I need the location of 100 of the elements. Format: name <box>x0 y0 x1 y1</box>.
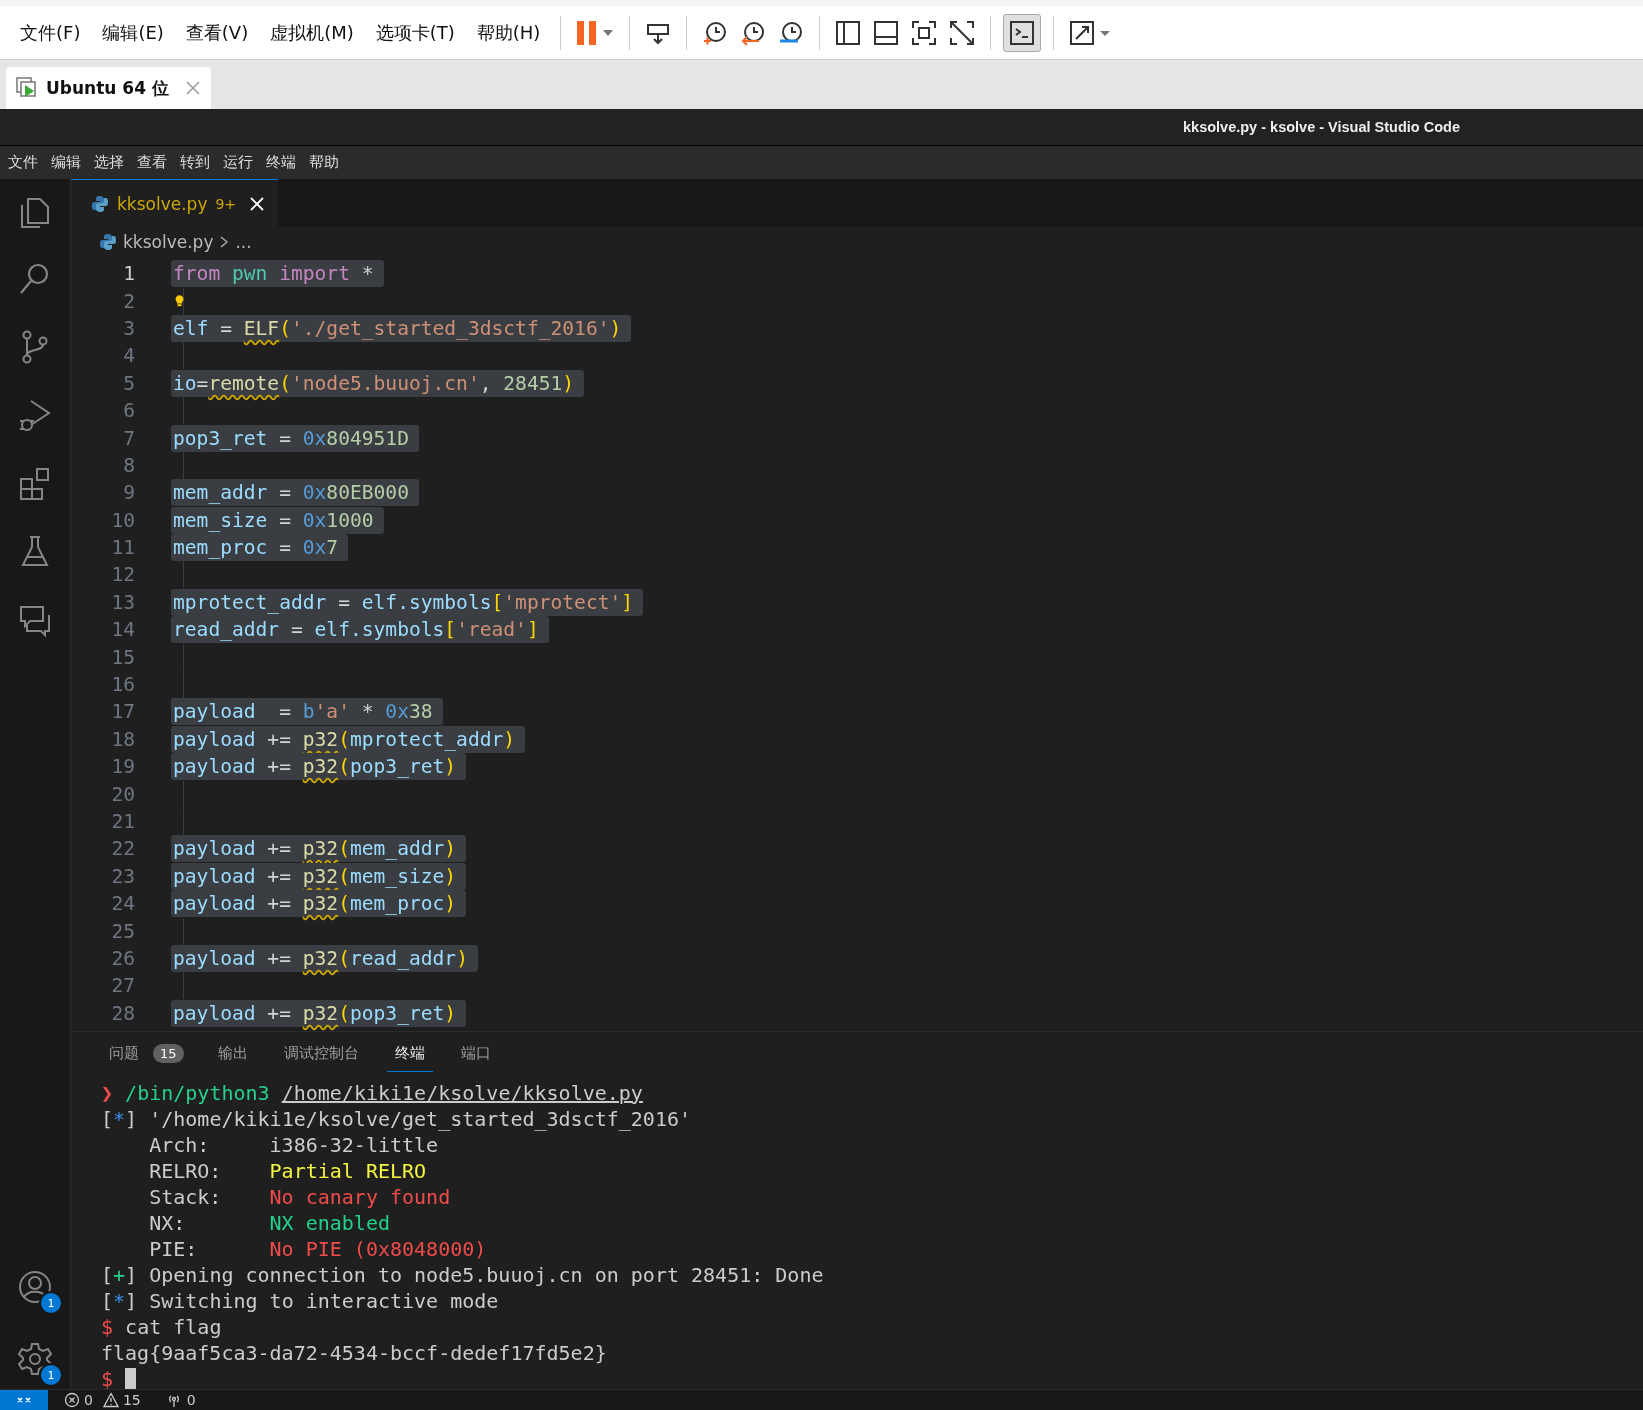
notification-badge: 1 <box>39 1291 63 1315</box>
breadcrumb-item[interactable]: ... <box>235 232 252 252</box>
command-text: NX enabled <box>269 1210 390 1235</box>
notification-badge: 1 <box>39 1363 63 1387</box>
output-text: cat flag <box>125 1314 222 1339</box>
error-count[interactable]: 0 <box>84 1392 93 1408</box>
menu-item[interactable]: 查看 <box>137 153 167 172</box>
breadcrumb-item[interactable]: kksolve.py <box>123 232 214 252</box>
line-number: 5 <box>122 371 135 395</box>
output-text: RELRO: <box>148 1158 223 1183</box>
vm-tab[interactable]: Ubuntu 64 位 <box>6 67 211 109</box>
panel-tab[interactable]: 端口 <box>452 1036 499 1072</box>
line-number: 25 <box>110 919 135 943</box>
menu-item[interactable]: 转到 <box>180 153 210 172</box>
status-text: * <box>113 1288 126 1313</box>
panel-tab[interactable]: 调试控制台 <box>275 1036 367 1072</box>
output-text: [ <box>101 1262 114 1287</box>
line-number: 10 <box>110 508 135 532</box>
menu-item[interactable]: 编辑(E) <box>94 20 172 45</box>
prompt-text: ❯ <box>101 1080 115 1105</box>
extensions-icon[interactable] <box>18 465 52 501</box>
port-count[interactable]: 0 <box>186 1392 196 1408</box>
command-text: + <box>113 1262 126 1287</box>
output-text: flag{9aaf5ca3-da72-4534-bccf-dedef17fd5e2} <box>101 1340 607 1365</box>
menu-item[interactable]: 选项卡(T) <box>367 20 463 45</box>
line-number: 12 <box>110 563 135 587</box>
output-text: [ <box>101 1288 114 1313</box>
console-icon[interactable] <box>1003 13 1042 52</box>
menu-item[interactable]: 查看(V) <box>177 20 257 45</box>
warning-icon[interactable] <box>102 1392 119 1408</box>
window-title: kksolve.py - ksolve - Visual Studio Code <box>1183 119 1460 135</box>
line-number: 9 <box>122 481 135 505</box>
remote-button[interactable] <box>0 1390 48 1410</box>
menu-item[interactable]: 文件(F) <box>12 20 89 45</box>
menu-item[interactable]: 编辑 <box>51 153 81 172</box>
menu-item[interactable]: 帮助 <box>309 153 339 172</box>
status-text: * <box>113 1106 126 1131</box>
line-number: 15 <box>110 645 135 669</box>
panel-tab[interactable]: 终端 <box>386 1035 433 1072</box>
line-number: 24 <box>110 892 135 916</box>
line-number: 19 <box>110 755 135 779</box>
line-number: 23 <box>110 864 135 888</box>
prompt-text: No PIE (0x8048000) <box>269 1236 487 1261</box>
output-text: [ <box>101 1106 114 1131</box>
line-number: 1 <box>122 262 135 286</box>
settings-icon[interactable] <box>17 1341 53 1377</box>
tab-label: kksolve.py <box>117 193 208 214</box>
run-debug-icon[interactable] <box>18 397 52 433</box>
line-number: 21 <box>110 810 135 833</box>
line-number: 17 <box>110 700 135 724</box>
line-number: 2 <box>122 289 135 313</box>
output-text: ] Switching to interactive mode <box>125 1288 499 1313</box>
panel-tab[interactable]: 输出 <box>209 1036 256 1072</box>
menu-item[interactable]: 终端 <box>266 153 296 172</box>
editor-tab[interactable]: kksolve.py 9+ <box>71 179 279 227</box>
chevron-icon <box>219 235 230 249</box>
line-number: 4 <box>122 344 135 368</box>
line-number: 14 <box>110 618 135 642</box>
output-text: PIE: <box>148 1236 199 1261</box>
prompt-text: No canary found <box>269 1184 451 1209</box>
menu-item[interactable]: 运行 <box>223 153 253 172</box>
prompt-text: $ <box>101 1366 114 1391</box>
line-number: 28 <box>110 1001 135 1025</box>
line-number: 7 <box>122 426 135 450</box>
close-icon[interactable] <box>250 196 265 211</box>
prompt-text: $ <box>101 1314 115 1339</box>
output-text: ] Opening connection to node5.buuoj.cn on port 28451: Done <box>125 1262 824 1287</box>
line-number: 3 <box>122 316 135 340</box>
status-text: Partial RELRO <box>269 1158 427 1183</box>
line-number: 11 <box>110 536 135 560</box>
line-number: 20 <box>110 782 135 806</box>
line-number: 8 <box>122 453 135 477</box>
output-text: ] '/home/kiki1e/ksolve/get_started_3dsctf_2016' <box>125 1106 692 1131</box>
problem-count: 9+ <box>215 195 237 212</box>
tab-label: Ubuntu 64 位 <box>46 76 169 100</box>
line-number: 27 <box>110 974 135 998</box>
menu-item[interactable]: 文件 <box>8 153 38 172</box>
line-number: 6 <box>122 399 135 423</box>
python-icon <box>99 233 117 251</box>
line-number: 13 <box>110 590 135 614</box>
line-number: 16 <box>110 673 135 697</box>
text-cursor <box>125 1367 137 1390</box>
count-badge: 15 <box>153 1044 184 1064</box>
output-text: Stack: <box>148 1184 223 1209</box>
menu-item[interactable]: 帮助(H) <box>468 20 549 45</box>
menu-item[interactable]: 选择 <box>94 153 124 172</box>
python-icon <box>91 194 109 213</box>
account-icon[interactable] <box>17 1269 53 1305</box>
warning-count[interactable]: 15 <box>122 1392 141 1408</box>
line-number: 18 <box>110 727 135 751</box>
line-number: 26 <box>110 946 135 970</box>
command-text: /bin/python3 <box>125 1080 271 1105</box>
menu-item[interactable]: 虚拟机(M) <box>262 20 362 45</box>
file-link[interactable]: /home/kiki1e/ksolve/kksolve.py <box>281 1080 643 1105</box>
output-text: NX: <box>148 1210 187 1235</box>
line-number: 22 <box>110 837 135 861</box>
output-text: Arch: i386-32-little <box>148 1132 439 1157</box>
panel-tab[interactable]: 问题 <box>101 1036 147 1072</box>
error-icon[interactable] <box>64 1392 80 1408</box>
vm-play-icon <box>16 77 38 99</box>
